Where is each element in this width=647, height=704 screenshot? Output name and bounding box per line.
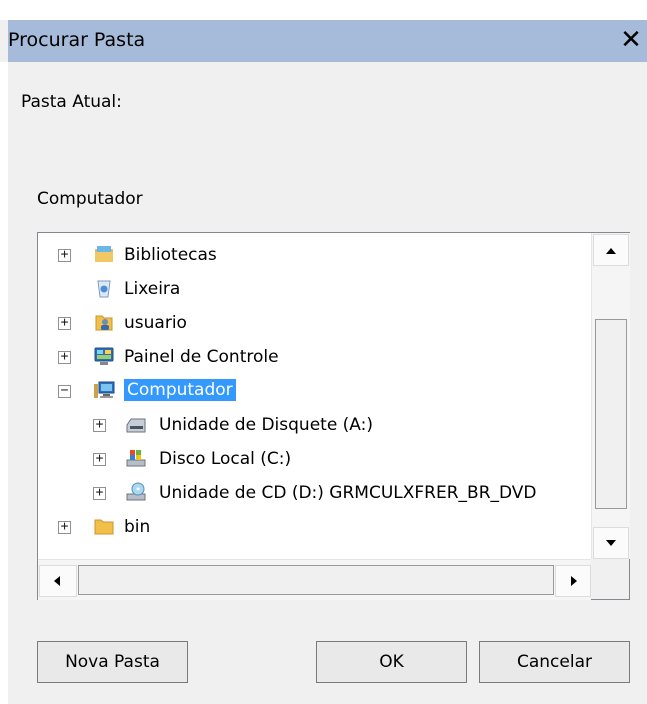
tree-item-bibliotecas[interactable]: + Bibliotecas bbox=[38, 238, 591, 272]
libraries-icon bbox=[95, 246, 113, 262]
horizontal-scrollbar[interactable] bbox=[38, 559, 591, 600]
tree-item-lixeira[interactable]: Lixeira bbox=[38, 272, 591, 306]
tree-item-floppy-drive[interactable]: + Unidade de Disquete (A:) bbox=[38, 408, 591, 442]
expand-toggle[interactable]: + bbox=[93, 451, 106, 466]
scroll-down-button[interactable] bbox=[593, 527, 629, 559]
scroll-up-button[interactable] bbox=[593, 234, 629, 266]
tree-item-computador[interactable]: − Computador bbox=[38, 374, 591, 408]
tree-item-usuario[interactable]: + usuario bbox=[38, 306, 591, 340]
recycle-bin-icon bbox=[97, 280, 111, 298]
tree-item-label: Unidade de Disquete (A:) bbox=[159, 415, 374, 435]
title-bar[interactable]: Procurar Pasta ✕ bbox=[8, 20, 647, 62]
folder-icon bbox=[94, 519, 114, 535]
tree-item-local-disk[interactable]: + Disco Local (C:) bbox=[38, 442, 591, 476]
selected-folder-name: Computador bbox=[37, 189, 143, 209]
collapse-toggle[interactable]: − bbox=[58, 383, 71, 398]
tree-item-label: Computador bbox=[124, 379, 236, 401]
dialog-left-edge bbox=[0, 62, 8, 704]
cancel-button[interactable]: Cancelar bbox=[479, 641, 630, 683]
close-icon: ✕ bbox=[620, 25, 642, 55]
tree-item-label: Bibliotecas bbox=[124, 245, 217, 265]
user-folder-icon bbox=[95, 315, 113, 331]
tree-item-label: bin bbox=[124, 517, 151, 537]
expand-toggle[interactable]: + bbox=[93, 417, 106, 432]
arrow-down-icon bbox=[606, 540, 616, 546]
close-button[interactable]: ✕ bbox=[616, 25, 646, 55]
folder-tree-viewport: + Bibliotecas Lixeira + usuario + Painel… bbox=[38, 233, 591, 559]
current-folder-label: Pasta Atual: bbox=[21, 92, 122, 112]
expand-toggle[interactable]: + bbox=[58, 349, 71, 364]
ok-button[interactable]: OK bbox=[316, 641, 467, 683]
tree-item-label: Disco Local (C:) bbox=[159, 449, 292, 469]
scroll-left-button[interactable] bbox=[39, 565, 77, 597]
control-panel-icon bbox=[94, 347, 114, 365]
screen-top-strip bbox=[0, 0, 647, 20]
tree-item-label: Lixeira bbox=[124, 279, 181, 299]
tree-item-label: usuario bbox=[124, 313, 187, 333]
expand-toggle[interactable]: + bbox=[58, 315, 71, 330]
scrollbar-corner bbox=[591, 559, 629, 599]
cd-drive-icon bbox=[126, 482, 146, 501]
arrow-up-icon bbox=[606, 248, 616, 254]
expand-toggle[interactable]: + bbox=[58, 519, 71, 534]
tree-item-label: Painel de Controle bbox=[124, 347, 279, 367]
vertical-scrollbar[interactable] bbox=[591, 233, 630, 559]
tree-item-painel-de-controle[interactable]: + Painel de Controle bbox=[38, 340, 591, 374]
tree-item-bin[interactable]: + bin bbox=[38, 510, 591, 544]
vertical-scroll-thumb[interactable] bbox=[595, 319, 627, 509]
computer-icon bbox=[94, 381, 115, 398]
expand-toggle[interactable]: + bbox=[93, 485, 106, 500]
dialog-title: Procurar Pasta bbox=[8, 29, 146, 51]
tree-item-label: Unidade de CD (D:) GRMCULXFRER_BR_DVD bbox=[159, 483, 537, 503]
expand-toggle[interactable]: + bbox=[58, 247, 71, 262]
horizontal-scroll-thumb[interactable] bbox=[78, 565, 554, 595]
folder-tree[interactable]: + Bibliotecas Lixeira + usuario + Painel… bbox=[37, 232, 630, 600]
floppy-drive-icon bbox=[126, 418, 146, 433]
scroll-right-button[interactable] bbox=[555, 565, 591, 597]
new-folder-button[interactable]: Nova Pasta bbox=[37, 641, 188, 683]
arrow-left-icon bbox=[54, 576, 60, 586]
tree-item-cd-drive[interactable]: + Unidade de CD (D:) GRMCULXFRER_BR_DVD bbox=[38, 476, 591, 510]
arrow-right-icon bbox=[571, 576, 577, 586]
local-disk-icon bbox=[126, 450, 146, 467]
